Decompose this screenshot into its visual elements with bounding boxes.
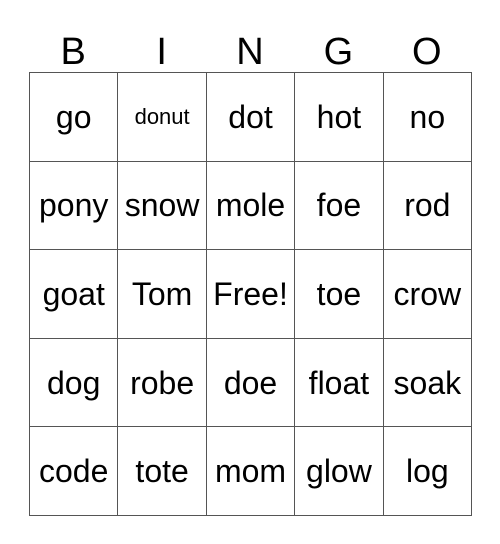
bingo-cell-label: pony [39, 187, 109, 224]
bingo-cell[interactable]: rod [383, 161, 473, 251]
bingo-cell-label: crow [393, 275, 462, 312]
bingo-cell[interactable]: glow [295, 427, 384, 516]
bingo-cell[interactable]: dot [206, 73, 296, 162]
bingo-free-space-label: Free! [213, 275, 288, 312]
bingo-cell[interactable]: doe [206, 338, 296, 428]
bingo-cell-label: dot [228, 98, 273, 135]
bingo-cell-free[interactable]: Free! [206, 250, 296, 339]
bingo-cell-label: doe [223, 364, 278, 401]
bingo-grid: go donut dot hot no pony snow mole foe r… [29, 72, 473, 516]
bingo-row: go donut dot hot no [30, 73, 473, 162]
bingo-cell-label: hot [316, 98, 362, 135]
bingo-cell-label: go [55, 98, 92, 135]
bingo-cell[interactable]: mole [206, 161, 296, 251]
bingo-cell[interactable]: Tom [118, 250, 207, 339]
bingo-cell-label: dog [47, 364, 101, 401]
bingo-cell-label: tote [135, 453, 189, 490]
bingo-cell-label: robe [130, 364, 195, 401]
bingo-cell-label: rod [404, 187, 451, 224]
bingo-header-letter-o: O [412, 31, 442, 73]
bingo-row: dog robe doe float soak [30, 338, 473, 428]
bingo-cell[interactable]: donut [118, 73, 207, 162]
bingo-cell-label: code [39, 453, 109, 490]
bingo-cell-label: Tom [131, 275, 193, 312]
bingo-cell-label: toe [316, 275, 362, 312]
bingo-cell[interactable]: code [30, 427, 119, 516]
bingo-cell[interactable]: tote [118, 427, 207, 516]
bingo-header-letter-b: B [60, 31, 86, 73]
bingo-header-letter-g: G [323, 31, 354, 73]
bingo-cell[interactable]: soak [383, 338, 473, 428]
bingo-cell[interactable]: go [30, 73, 119, 162]
bingo-cell[interactable]: crow [383, 250, 473, 339]
bingo-cell[interactable]: robe [118, 338, 207, 428]
bingo-cell-label: foe [316, 187, 362, 224]
bingo-row: code tote mom glow log [30, 427, 473, 516]
bingo-row: pony snow mole foe rod [30, 161, 473, 251]
bingo-cell[interactable]: snow [118, 161, 207, 251]
bingo-cell[interactable]: pony [30, 161, 119, 251]
bingo-cell[interactable]: no [383, 73, 473, 162]
bingo-cell-label: goat [42, 275, 105, 312]
bingo-cell[interactable]: float [295, 338, 384, 428]
bingo-cell[interactable]: foe [295, 161, 384, 251]
bingo-cell[interactable]: log [383, 427, 473, 516]
bingo-header-letter-i: I [156, 31, 167, 73]
bingo-header-row: B I N G O [29, 20, 471, 72]
bingo-cell[interactable]: dog [30, 338, 119, 428]
bingo-cell-label: glow [306, 453, 372, 490]
bingo-cell-label: log [405, 453, 449, 490]
bingo-header-letter-n: N [236, 31, 264, 73]
bingo-cell-label: no [409, 98, 446, 135]
bingo-row: goat Tom Free! toe crow [30, 250, 473, 339]
bingo-cell-label: mole [215, 187, 286, 224]
bingo-cell-label: snow [124, 187, 200, 224]
bingo-cell[interactable]: goat [30, 250, 119, 339]
bingo-cell-label: donut [134, 103, 190, 129]
bingo-cell-label: mom [214, 453, 287, 490]
bingo-cell[interactable]: hot [295, 73, 384, 162]
bingo-cell[interactable]: mom [206, 427, 296, 516]
bingo-card: B I N G O go donut dot hot no pony snow … [29, 20, 473, 516]
bingo-cell-label: float [308, 364, 370, 401]
bingo-cell-label: soak [393, 364, 462, 401]
bingo-cell[interactable]: toe [295, 250, 384, 339]
